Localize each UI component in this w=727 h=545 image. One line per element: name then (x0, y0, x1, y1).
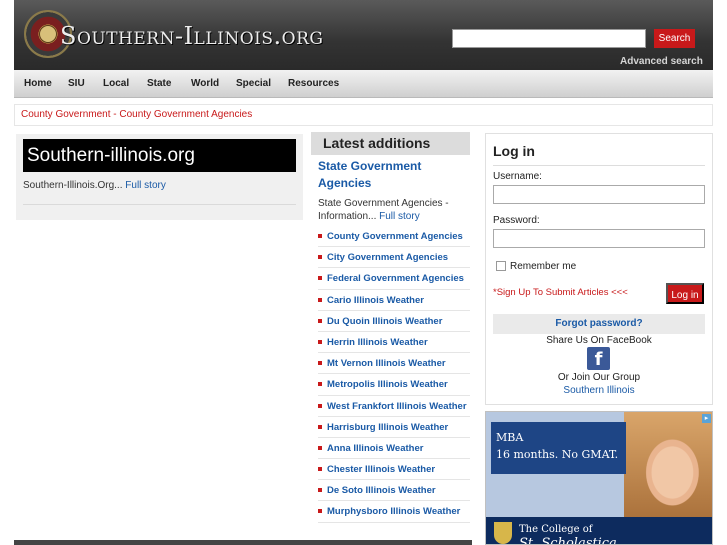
bullet-icon (318, 509, 322, 514)
latest-link[interactable]: Federal Government Agencies (327, 273, 464, 284)
site-title[interactable]: Southern-Illinois.org (60, 22, 323, 50)
nav-local[interactable]: Local (103, 78, 129, 89)
breadcrumb-current[interactable]: County Government Agencies (119, 109, 252, 120)
latest-link[interactable]: Chester Illinois Weather (327, 464, 435, 475)
list-item: Cario Illinois Weather (318, 290, 470, 311)
list-item: Federal Government Agencies (318, 268, 470, 290)
nav-special[interactable]: Special (236, 78, 271, 89)
username-field[interactable] (493, 185, 705, 204)
latest-list: County Government Agencies City Governme… (318, 226, 470, 523)
bullet-icon (318, 255, 322, 260)
divider (23, 204, 296, 205)
ad-photo (624, 412, 712, 522)
remember-me-checkbox[interactable] (496, 261, 506, 271)
latest-link[interactable]: De Soto Illinois Weather (327, 485, 436, 496)
list-item: County Government Agencies (318, 226, 470, 248)
password-field[interactable] (493, 229, 705, 248)
list-item: Herrin Illinois Weather (318, 332, 470, 354)
latest-link[interactable]: City Government Agencies (327, 252, 448, 263)
latest-full-story-link[interactable]: Full story (379, 211, 420, 222)
search-button[interactable]: Search (654, 29, 695, 48)
college-crest-icon (494, 522, 512, 544)
bullet-icon (318, 361, 322, 366)
list-item: West Frankfort Illinois Weather (318, 396, 470, 417)
ad-college-line1: The College of (519, 524, 593, 535)
bullet-icon (318, 382, 322, 387)
footer-strip (14, 540, 472, 545)
latest-feature-excerpt: State Government Agencies - Information.… (318, 197, 470, 223)
list-item: City Government Agencies (318, 247, 470, 269)
breadcrumb-county-government[interactable]: County Government (21, 109, 111, 120)
site-header: Southern-Illinois.org Search Advanced se… (14, 0, 713, 70)
bullet-icon (318, 445, 322, 450)
latest-feature-title[interactable]: State Government Agencies (318, 158, 468, 192)
latest-link[interactable]: Cario Illinois Weather (327, 295, 424, 306)
bullet-icon (318, 403, 322, 408)
bullet-icon (318, 488, 322, 493)
latest-additions-heading: Latest additions (311, 132, 470, 155)
nav-world[interactable]: World (191, 78, 219, 89)
nav-state[interactable]: State (147, 78, 171, 89)
join-group-text: Or Join Our Group (557, 372, 641, 383)
divider (493, 165, 705, 166)
ad-headline: MBA (496, 431, 524, 444)
bullet-icon (318, 467, 322, 472)
article-excerpt-text: Southern-Illinois.Org... (23, 180, 123, 191)
latest-link[interactable]: Du Quoin Illinois Weather (327, 316, 442, 327)
latest-link[interactable]: West Frankfort Illinois Weather (327, 401, 467, 412)
latest-link[interactable]: Metropolis Illinois Weather (327, 379, 448, 390)
advertisement[interactable]: MBA 16 months. No GMAT. The College of S… (485, 411, 713, 545)
list-item: Chester Illinois Weather (318, 459, 470, 481)
forgot-password-link[interactable]: Forgot password? (493, 314, 705, 334)
latest-link[interactable]: Herrin Illinois Weather (327, 337, 428, 348)
bullet-icon (318, 339, 322, 344)
nav-home[interactable]: Home (24, 78, 52, 89)
latest-link[interactable]: County Government Agencies (327, 231, 463, 242)
advanced-search-link[interactable]: Advanced search (620, 56, 703, 67)
article-title[interactable]: Southern-illinois.org (23, 139, 296, 172)
list-item: Du Quoin Illinois Weather (318, 311, 470, 332)
seal-center (39, 25, 57, 43)
list-item: Murphysboro Illinois Weather (318, 501, 470, 523)
login-title: Log in (493, 143, 535, 159)
facebook-icon[interactable]: f (587, 347, 610, 370)
bullet-icon (318, 297, 322, 302)
main-nav: Home SIU Local State World Special Resou… (14, 70, 713, 98)
breadcrumb: County Government - County Government Ag… (14, 104, 713, 126)
signup-link[interactable]: *Sign Up To Submit Articles <<< (493, 287, 628, 298)
main-article-panel: Southern-illinois.org Southern-Illinois.… (16, 134, 303, 220)
latest-link[interactable]: Harrisburg Illinois Weather (327, 422, 448, 433)
bullet-icon (318, 234, 322, 238)
ad-info-icon[interactable]: ▸ (702, 414, 711, 423)
ad-subheadline: 16 months. No GMAT. (496, 448, 619, 461)
bullet-icon (318, 318, 322, 323)
latest-link[interactable]: Anna Illinois Weather (327, 443, 423, 454)
list-item: Metropolis Illinois Weather (318, 374, 470, 396)
share-facebook-text: Share Us On FaceBook (546, 335, 652, 346)
article-excerpt: Southern-Illinois.Org... Full story (23, 180, 166, 191)
latest-link[interactable]: Mt Vernon Illinois Weather (327, 358, 446, 369)
nav-siu[interactable]: SIU (68, 78, 85, 89)
login-button[interactable]: Log in (666, 283, 704, 304)
list-item: Mt Vernon Illinois Weather (318, 353, 470, 375)
password-label: Password: (493, 215, 540, 226)
search-input[interactable] (452, 29, 646, 48)
latest-link[interactable]: Murphysboro Illinois Weather (327, 506, 460, 517)
username-label: Username: (493, 171, 542, 182)
list-item: De Soto Illinois Weather (318, 480, 470, 502)
bullet-icon (318, 276, 322, 281)
list-item: Harrisburg Illinois Weather (318, 417, 470, 438)
ad-college-line2: St. Scholastica (519, 536, 617, 545)
bullet-icon (318, 424, 322, 429)
nav-resources[interactable]: Resources (288, 78, 339, 89)
facebook-group-link[interactable]: Southern Illinois (493, 385, 705, 396)
remember-me-label: Remember me (510, 261, 577, 272)
login-panel: Log in Username: Password: Remember me *… (485, 133, 713, 405)
article-full-story-link[interactable]: Full story (125, 180, 166, 191)
list-item: Anna Illinois Weather (318, 438, 470, 460)
